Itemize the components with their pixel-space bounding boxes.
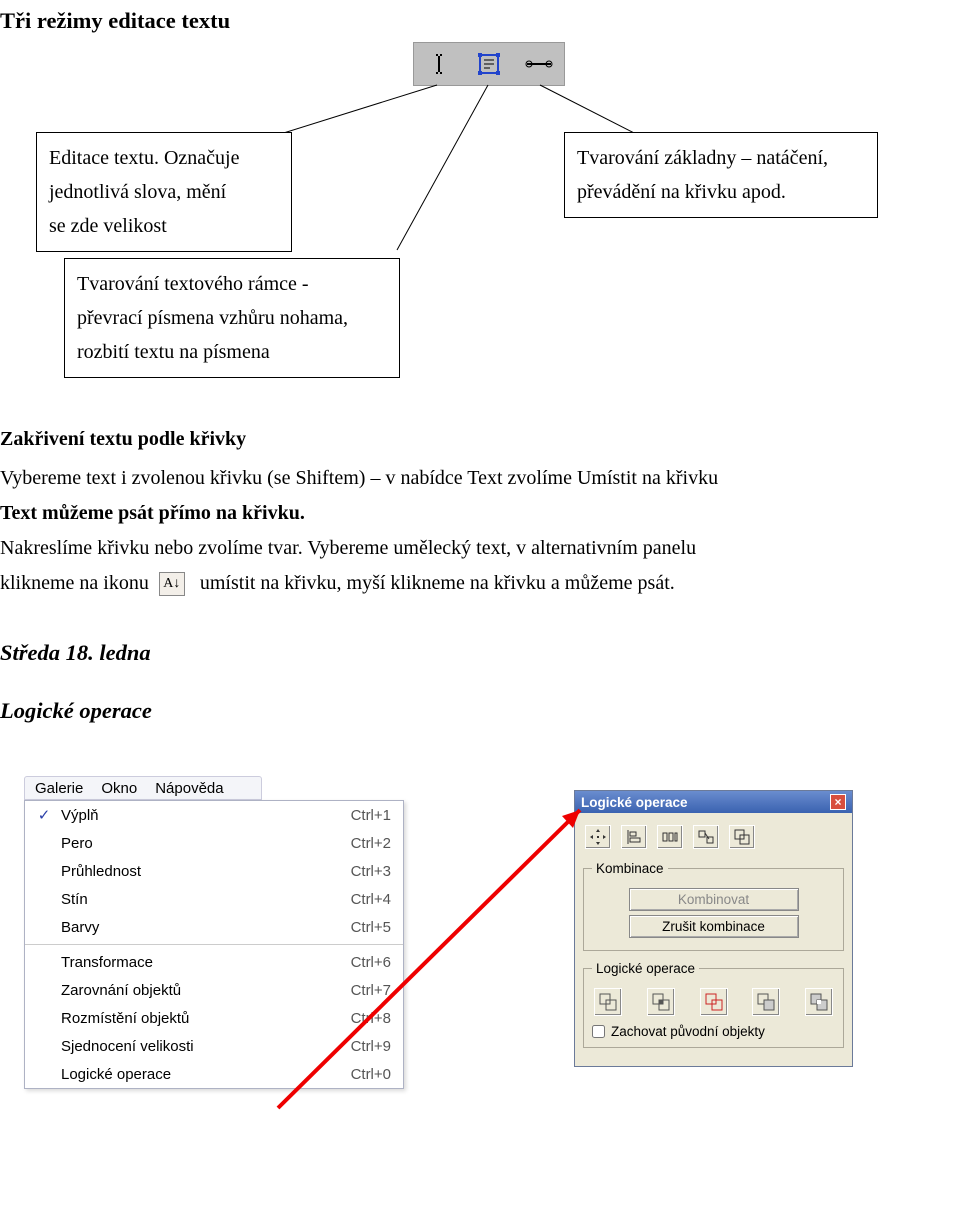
menu-item-label: Rozmístění objektů xyxy=(61,1010,305,1027)
dialog-titlebar[interactable]: Logické operace × xyxy=(575,791,852,813)
section-heading-curve: Zakřivení textu podle křivky xyxy=(0,428,246,451)
dialog-toolbar xyxy=(583,821,844,857)
checkbox-input[interactable] xyxy=(592,1025,605,1038)
logicke-operace-dialog: Logické operace × Kombinace Kombinovat Z… xyxy=(574,790,853,1067)
section-heading-logicops: Logické operace xyxy=(0,698,152,724)
op-union-icon[interactable] xyxy=(594,988,622,1016)
menu-shortcut: Ctrl+2 xyxy=(351,835,391,852)
callout-line: jednotlivá slova, mění xyxy=(49,175,279,209)
menu-item-label: Průhlednost xyxy=(61,863,305,880)
menu-shortcut: Ctrl+8 xyxy=(351,1010,391,1027)
menu-item-transformace[interactable]: Transformace Ctrl+6 xyxy=(25,948,403,976)
menu-shortcut: Ctrl+0 xyxy=(351,1066,391,1083)
menu-item-label: Zarovnání objektů xyxy=(61,982,305,999)
menu-item-label: Logické operace xyxy=(61,1066,305,1083)
distribute-icon[interactable] xyxy=(657,825,683,849)
menu-shortcut: Ctrl+3 xyxy=(351,863,391,880)
body-paragraph: Nakreslíme křivku nebo zvolíme tvar. Vyb… xyxy=(0,532,880,565)
menu-item-logicke[interactable]: Logické operace Ctrl+0 xyxy=(25,1060,403,1088)
menu-item-pruhlednost[interactable]: Průhlednost Ctrl+3 xyxy=(25,857,403,885)
group-label: Kombinace xyxy=(592,861,668,876)
check-icon: ✓ xyxy=(33,806,55,824)
same-size-icon[interactable] xyxy=(693,825,719,849)
body-paragraph: Vybereme text i zvolenou křivku (se Shif… xyxy=(0,462,880,495)
page-title: Tři režimy editace textu xyxy=(0,8,230,34)
group-label: Logické operace xyxy=(592,961,699,976)
callout-line: Editace textu. Označuje xyxy=(49,141,279,175)
menu-item-label: Stín xyxy=(61,891,305,908)
menu-item-stin[interactable]: Stín Ctrl+4 xyxy=(25,885,403,913)
callout-textframe: Tvarování textového rámce - převrací pís… xyxy=(64,258,400,378)
callout-line: převádění na křivku apod. xyxy=(577,175,865,209)
op-subtract-icon[interactable] xyxy=(700,988,728,1016)
menu-shortcut: Ctrl+4 xyxy=(351,891,391,908)
dropdown-menu: ✓ Výplň Ctrl+1 Pero Ctrl+2 Průhlednost Ctrl+… xyxy=(24,800,404,1089)
body-text: umístit na křivku, myší klikneme na křiv… xyxy=(200,572,675,594)
op-trim-icon[interactable] xyxy=(752,988,780,1016)
checkbox-zachovat[interactable]: Zachovat původní objekty xyxy=(592,1020,835,1039)
op-xor-icon[interactable] xyxy=(805,988,833,1016)
menu-shortcut: Ctrl+6 xyxy=(351,954,391,971)
menu-galerie[interactable]: Galerie xyxy=(35,780,83,797)
section-date: Středa 18. ledna xyxy=(0,640,151,666)
logic-ops-icon[interactable] xyxy=(729,825,755,849)
menu-item-vypln[interactable]: ✓ Výplň Ctrl+1 xyxy=(25,801,403,829)
menu-item-label: Pero xyxy=(61,835,305,852)
menu-item-label: Výplň xyxy=(61,807,305,824)
menu-item-barvy[interactable]: Barvy Ctrl+5 xyxy=(25,913,403,941)
menu-item-label: Barvy xyxy=(61,919,305,936)
menubar: Galerie Okno Nápověda xyxy=(24,776,262,800)
callout-line: rozbití textu na písmena xyxy=(77,335,387,369)
menu-napoveda[interactable]: Nápověda xyxy=(155,780,223,797)
menu-item-label: Sjednocení velikosti xyxy=(61,1038,305,1055)
callout-text-edit: Editace textu. Označuje jednotlivá slova… xyxy=(36,132,292,252)
dialog-title: Logické operace xyxy=(581,795,688,810)
menu-item-zarovnani[interactable]: Zarovnání objektů Ctrl+7 xyxy=(25,976,403,1004)
btn-zrusit-kombinace[interactable]: Zrušit kombinace xyxy=(629,915,799,938)
checkbox-label: Zachovat původní objekty xyxy=(611,1024,765,1039)
menu-item-sjednoceni[interactable]: Sjednocení velikosti Ctrl+9 xyxy=(25,1032,403,1060)
move-icon[interactable] xyxy=(585,825,611,849)
group-logicke-operace: Logické operace Zachovat původní objekty xyxy=(583,961,844,1048)
align-left-icon[interactable] xyxy=(621,825,647,849)
menu-item-label: Transformace xyxy=(61,954,305,971)
body-paragraph: klikneme na ikonu A↓ umístit na křivku, … xyxy=(0,567,880,600)
body-text: klikneme na ikonu xyxy=(0,572,149,594)
menu-item-pero[interactable]: Pero Ctrl+2 xyxy=(25,829,403,857)
callout-line: převrací písmena vzhůru nohama, xyxy=(77,301,387,335)
callout-line: Tvarování základny – natáčení, xyxy=(577,141,865,175)
text-frame-icon[interactable] xyxy=(475,50,503,78)
close-icon[interactable]: × xyxy=(830,794,846,810)
text-cursor-icon[interactable] xyxy=(425,50,453,78)
callout-line: se zde velikost xyxy=(49,209,279,243)
callout-line: Tvarování textového rámce - xyxy=(77,267,387,301)
menu-shortcut: Ctrl+7 xyxy=(351,982,391,999)
callout-baseline: Tvarování základny – natáčení, převádění… xyxy=(564,132,878,218)
op-intersect-icon[interactable] xyxy=(647,988,675,1016)
menu-shortcut: Ctrl+5 xyxy=(351,919,391,936)
menu-shortcut: Ctrl+1 xyxy=(351,807,391,824)
btn-kombinovat[interactable]: Kombinovat xyxy=(629,888,799,911)
menu-shortcut: Ctrl+9 xyxy=(351,1038,391,1055)
text-baseline-icon[interactable] xyxy=(525,50,553,78)
place-on-curve-icon[interactable]: A↓ xyxy=(159,572,185,596)
menu-okno[interactable]: Okno xyxy=(101,780,137,797)
body-paragraph-bold: Text můžeme psát přímo na křivku. xyxy=(0,497,880,530)
menu-item-rozmisteni[interactable]: Rozmístění objektů Ctrl+8 xyxy=(25,1004,403,1032)
text-mode-toolbar xyxy=(413,42,565,86)
group-kombinace: Kombinace Kombinovat Zrušit kombinace xyxy=(583,861,844,951)
